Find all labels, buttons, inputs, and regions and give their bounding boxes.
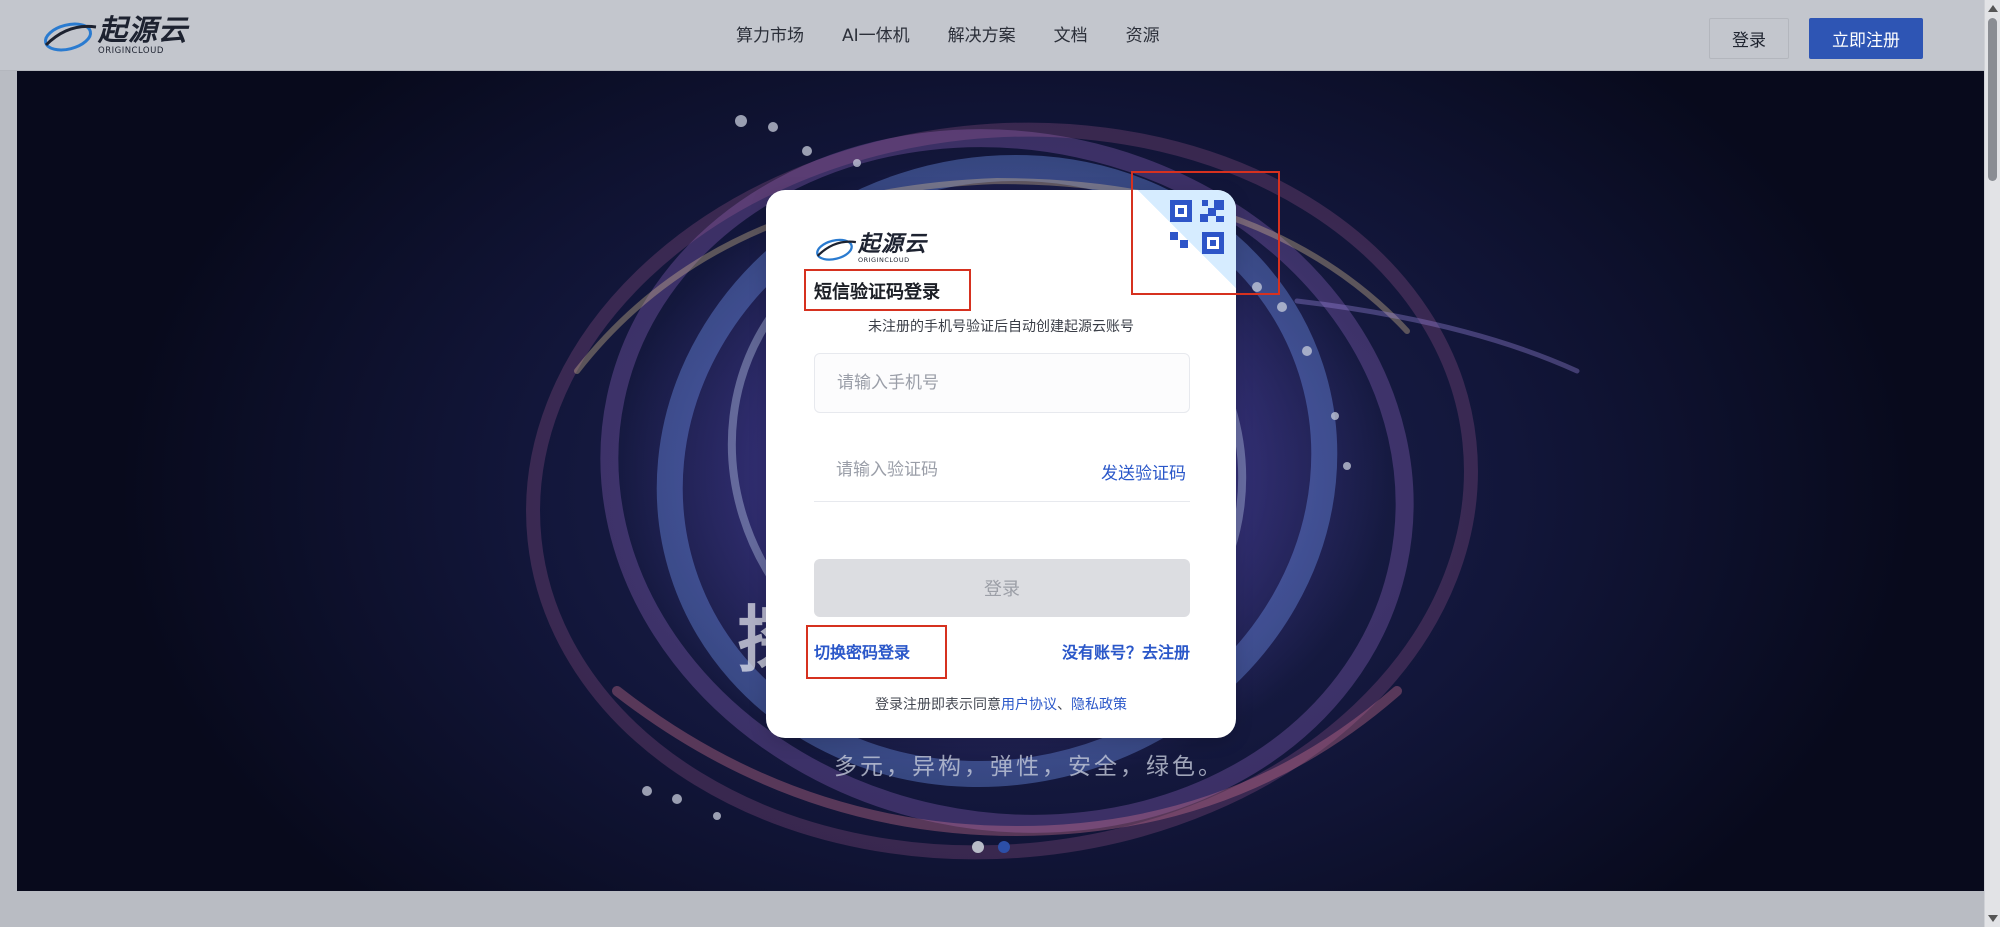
logo-brand-text: 起源云 — [98, 13, 189, 47]
user-agreement-link[interactable]: 用户协议 — [1001, 697, 1057, 713]
agreement-text: 登录注册即表示同意用户协议、隐私政策 — [766, 694, 1236, 714]
scroll-thumb[interactable] — [1988, 18, 1997, 181]
annotation-box-qr — [1131, 171, 1280, 295]
logo-sub-text: ORIGINCLOUD — [98, 46, 164, 56]
nav-item-compute-market[interactable]: 算力市场 — [736, 23, 804, 49]
annotation-box-switch-login — [806, 625, 947, 679]
main-menu: 算力市场 AI一体机 解决方案 文档 资源 — [736, 23, 1160, 49]
nav-item-resources[interactable]: 资源 — [1126, 23, 1160, 49]
carousel-dot-2[interactable] — [998, 841, 1010, 853]
privacy-policy-link[interactable]: 隐私政策 — [1071, 697, 1127, 713]
page-scrollbar[interactable] — [1984, 0, 2000, 927]
header-login-button[interactable]: 登录 — [1709, 18, 1789, 59]
verification-code-row: 发送验证码 — [814, 440, 1190, 502]
swoosh-logo-icon — [43, 22, 97, 52]
site-logo[interactable]: 起源云 ORIGINCLOUD — [42, 16, 188, 56]
header-register-button[interactable]: 立即注册 — [1809, 18, 1923, 59]
phone-input[interactable] — [814, 353, 1190, 413]
carousel-dots — [972, 841, 1010, 853]
top-navbar: 起源云 ORIGINCLOUD 算力市场 AI一体机 解决方案 文档 资源 登录… — [0, 0, 1984, 71]
hero-subtitle: 多元，异构，弹性，安全，绿色。 — [834, 754, 1224, 780]
modal-logo-brand: 起源云 — [858, 232, 928, 257]
modal-logo-sub: ORIGINCLOUD — [858, 256, 910, 264]
agreement-prefix: 登录注册即表示同意 — [875, 697, 1001, 713]
login-button[interactable]: 登录 — [814, 559, 1190, 617]
agreement-separator: 、 — [1057, 697, 1071, 713]
send-code-button[interactable]: 发送验证码 — [1101, 459, 1186, 484]
modal-logo: 起源云 ORIGINCLOUD — [814, 234, 927, 264]
carousel-dot-1[interactable] — [972, 841, 984, 853]
modal-hint: 未注册的手机号验证后自动创建起源云账号 — [868, 319, 1134, 335]
scroll-down-arrow-icon[interactable] — [1988, 915, 1998, 922]
swoosh-logo-icon — [816, 238, 857, 261]
verification-code-input[interactable] — [814, 440, 1064, 500]
nav-item-ai-appliance[interactable]: AI一体机 — [842, 23, 910, 49]
scroll-up-arrow-icon[interactable] — [1988, 5, 1998, 12]
annotation-box-title — [804, 269, 971, 311]
nav-item-docs[interactable]: 文档 — [1054, 23, 1088, 49]
nav-item-solutions[interactable]: 解决方案 — [948, 23, 1016, 49]
go-register-link[interactable]: 没有账号？去注册 — [1062, 639, 1190, 663]
